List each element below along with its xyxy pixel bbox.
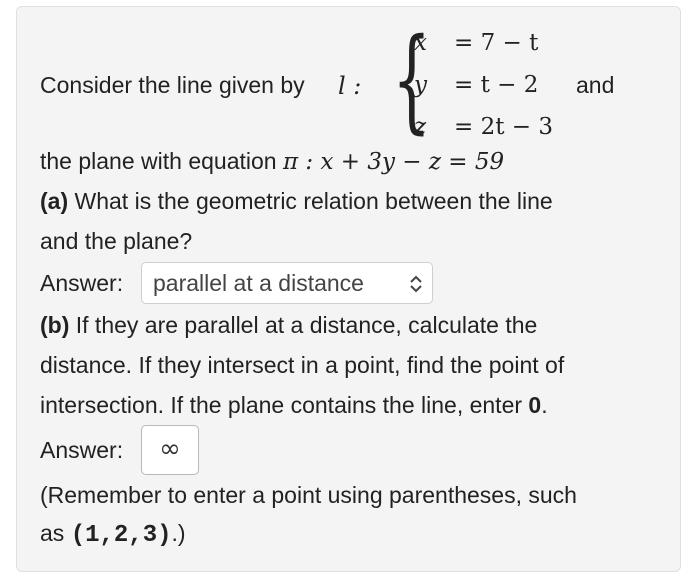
equation-row-x: x = 7 − t	[414, 30, 538, 56]
part-a-question-line2: and the plane?	[40, 228, 193, 254]
and-text: and	[576, 72, 615, 98]
line-equation-system: l : { x = 7 − t y = t − 2 z = 2t − 3 and	[338, 24, 638, 146]
reminder-suffix: .)	[171, 520, 186, 546]
equation-var: z	[414, 114, 427, 140]
intro-text: Consider the line given by	[40, 72, 305, 98]
distance-answer-input[interactable]: ∞	[141, 425, 199, 475]
part-b-label: (b)	[40, 312, 70, 338]
part-b-question-text: If they are parallel at a distance, calc…	[75, 312, 538, 338]
equation-row-z: z = 2t − 3	[414, 114, 553, 140]
zero-value: 0	[528, 392, 542, 418]
plane-equation: π : x + 3y − z = 59	[282, 149, 505, 175]
line-label: l :	[338, 72, 362, 100]
up-down-chevron-icon	[410, 275, 422, 293]
equation-var: y	[414, 72, 427, 98]
reminder-line2: as (1,2,3).)	[40, 520, 186, 549]
plane-text: the plane with equation	[40, 148, 277, 174]
reminder-text: as	[40, 520, 65, 546]
equation-rhs: = 2t − 3	[454, 114, 553, 140]
relation-select[interactable]: parallel at a distance	[141, 262, 433, 304]
equation-rhs: = t − 2	[454, 72, 539, 98]
part-a-question-text: What is the geometric relation between t…	[74, 188, 553, 214]
part-b-question-line1: (b) If they are parallel at a distance, …	[40, 312, 537, 339]
part-b-answer-label: Answer:	[40, 437, 124, 463]
equation-var: x	[414, 30, 427, 56]
reminder-line1: (Remember to enter a point using parenth…	[40, 482, 577, 508]
period: .	[541, 392, 548, 418]
part-a-answer-label: Answer:	[40, 270, 124, 296]
point-example-code: (1,2,3)	[70, 522, 172, 549]
plane-line: the plane with equation π : x + 3y − z =…	[40, 148, 504, 175]
part-b-question-text: intersection. If the plane contains the …	[40, 392, 523, 418]
relation-select-value: parallel at a distance	[153, 270, 364, 296]
part-a-label: (a)	[40, 188, 69, 214]
equation-rhs: = 7 − t	[454, 30, 539, 56]
part-a-question-line1: (a) What is the geometric relation betwe…	[40, 188, 553, 215]
part-b-question-line3: intersection. If the plane contains the …	[40, 392, 548, 419]
part-b-question-line2: distance. If they intersect in a point, …	[40, 352, 565, 378]
equation-row-y: y = t − 2	[414, 72, 538, 98]
